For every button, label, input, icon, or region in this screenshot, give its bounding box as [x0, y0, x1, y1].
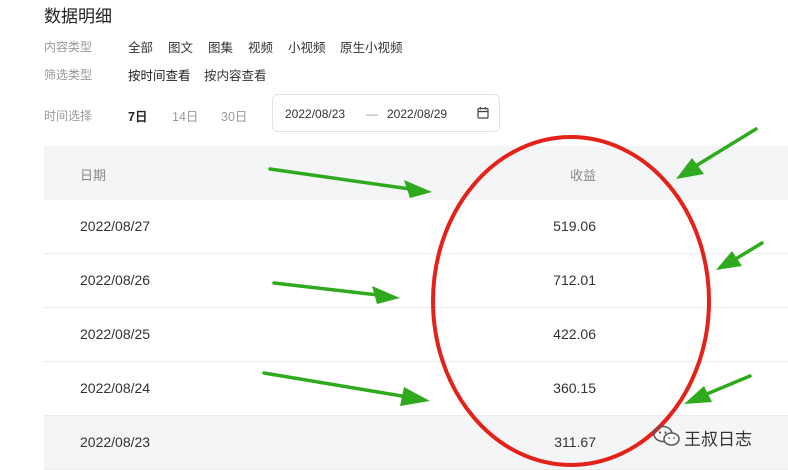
page-title: 数据明细 [44, 7, 112, 26]
time-range-14d[interactable]: 14日 [172, 106, 198, 125]
content-type-gallery[interactable]: 图集 [208, 37, 233, 56]
content-type-all[interactable]: 全部 [128, 37, 153, 56]
table-row: 2022/08/24 360.15 [44, 362, 788, 416]
table-row: 2022/08/25 422.06 [44, 308, 788, 362]
date-end[interactable]: 2022/08/29 [387, 107, 447, 121]
table-header: 日期 收益 [44, 146, 788, 200]
row-earnings: 360.15 [553, 380, 596, 396]
row-earnings: 422.06 [553, 326, 596, 342]
time-range-30d[interactable]: 30日 [221, 106, 247, 125]
row-earnings: 712.01 [553, 272, 596, 288]
time-select-label: 时间选择 [44, 109, 93, 123]
date-separator: — [366, 107, 378, 121]
date-range-picker[interactable]: 2022/08/23 — 2022/08/29 [272, 94, 500, 132]
row-date: 2022/08/25 [80, 326, 151, 342]
wechat-icon [652, 425, 682, 452]
calendar-icon[interactable] [477, 106, 489, 122]
row-date: 2022/08/24 [80, 380, 151, 396]
row-earnings: 519.06 [553, 218, 596, 234]
table-row: 2022/08/27 519.06 [44, 200, 788, 254]
time-range-7d[interactable]: 7日 [128, 106, 147, 125]
content-type-label: 内容类型 [44, 40, 93, 54]
filter-type-label: 筛选类型 [44, 68, 93, 82]
watermark-text: 王叔日志 [684, 430, 752, 449]
content-type-article[interactable]: 图文 [168, 37, 193, 56]
filter-by-time[interactable]: 按时间查看 [128, 65, 191, 84]
table-row: 2022/08/26 712.01 [44, 254, 788, 308]
content-type-short-video[interactable]: 小视频 [288, 37, 326, 56]
date-start[interactable]: 2022/08/23 [285, 107, 345, 121]
earnings-table: 日期 收益 2022/08/27 519.06 2022/08/26 712.0… [44, 146, 788, 470]
row-earnings: 311.67 [554, 434, 596, 450]
row-date: 2022/08/23 [80, 434, 151, 450]
row-date: 2022/08/27 [80, 218, 151, 234]
column-header-date: 日期 [80, 168, 107, 183]
filter-by-content[interactable]: 按内容查看 [204, 65, 267, 84]
watermark: 王叔日志 [652, 424, 752, 449]
row-date: 2022/08/26 [80, 272, 151, 288]
content-type-video[interactable]: 视频 [248, 37, 273, 56]
content-type-native-short-video[interactable]: 原生小视频 [340, 37, 403, 56]
column-header-earnings: 收益 [569, 168, 596, 183]
